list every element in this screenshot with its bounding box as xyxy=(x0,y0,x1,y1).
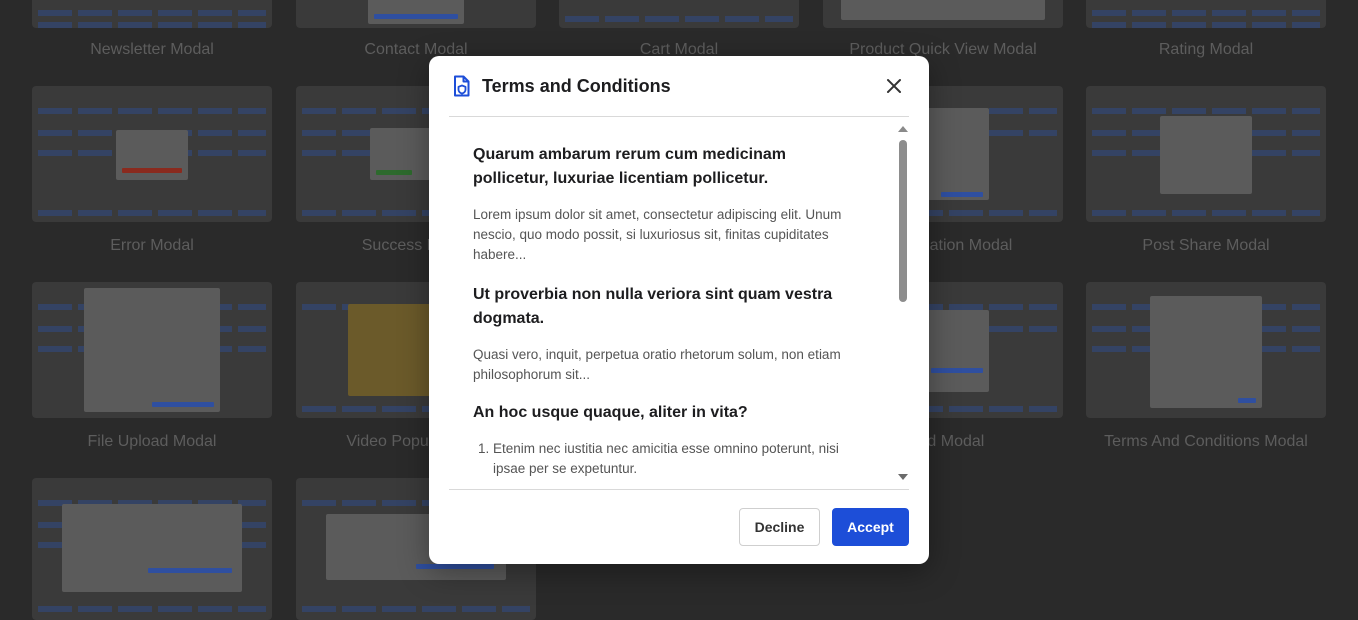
gallery-thumbnail xyxy=(32,86,272,222)
gallery-thumbnail xyxy=(1086,282,1326,418)
gallery-card-title: Terms And Conditions Modal xyxy=(1104,433,1308,450)
modal-footer: Decline Accept xyxy=(449,490,909,564)
terms-modal: Terms and Conditions Quarum ambarum reru… xyxy=(429,56,929,564)
section-paragraph: Quasi vero, inquit, perpetua oratio rhet… xyxy=(473,347,841,382)
close-button[interactable] xyxy=(883,75,905,97)
accept-button[interactable]: Accept xyxy=(832,508,909,546)
scroll-down-arrow[interactable] xyxy=(898,474,908,480)
gallery-thumbnail xyxy=(296,0,536,28)
section-heading: An hoc usque quaque, aliter in vita? xyxy=(473,404,748,421)
gallery-card-title: Newsletter Modal xyxy=(90,41,214,58)
gallery-thumbnail xyxy=(1086,0,1326,28)
gallery-thumbnail xyxy=(823,0,1063,28)
list-item: Etenim nec iustitia nec amicitia esse om… xyxy=(493,439,865,479)
gallery-thumbnail xyxy=(32,282,272,418)
gallery-thumbnail xyxy=(32,0,272,28)
gallery-card-title: Rating Modal xyxy=(1158,41,1254,58)
terms-text: Quarum ambarum rerum cum medicinam polli… xyxy=(473,143,865,479)
gallery-thumbnail xyxy=(1086,86,1326,222)
scroll-up-arrow[interactable] xyxy=(898,126,908,132)
scrollbar[interactable] xyxy=(897,123,909,483)
document-shield-icon xyxy=(452,75,472,97)
section-heading: Quarum ambarum rerum cum medicinam polli… xyxy=(473,146,786,187)
section-paragraph: Lorem ipsum dolor sit amet, consectetur … xyxy=(473,207,842,262)
scrollbar-thumb[interactable] xyxy=(899,140,907,302)
decline-button[interactable]: Decline xyxy=(739,508,820,546)
gallery-card-title: Error Modal xyxy=(110,237,194,254)
modal-header: Terms and Conditions xyxy=(449,56,909,117)
terms-content[interactable]: Quarum ambarum rerum cum medicinam polli… xyxy=(449,117,909,490)
gallery-thumbnail xyxy=(32,478,272,620)
modal-title: Terms and Conditions xyxy=(482,75,671,96)
section-heading: Ut proverbia non nulla veriora sint quam… xyxy=(473,286,833,327)
terms-list: Etenim nec iustitia nec amicitia esse om… xyxy=(473,439,865,479)
gallery-card-title: Post Share Modal xyxy=(1142,237,1270,254)
gallery-card-title: File Upload Modal xyxy=(87,433,217,450)
gallery-thumbnail xyxy=(559,0,799,28)
close-icon xyxy=(887,79,901,93)
